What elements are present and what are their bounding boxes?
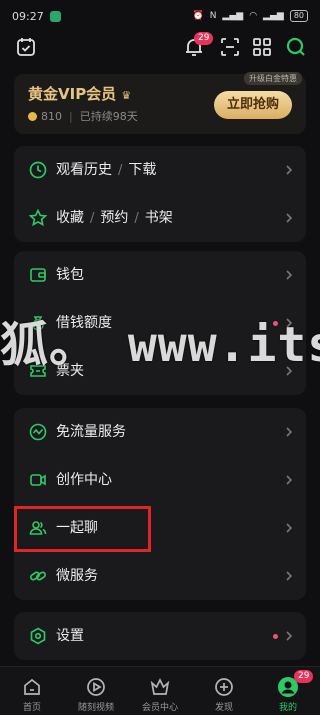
alarm-icon: ⏰ [192,11,204,21]
signal-icon: ▂▄▆ [222,11,244,21]
notification-badge: 29 [194,32,214,45]
link-favorites[interactable]: 收藏 [56,210,84,226]
status-bar: 09:27 ⏰ N ▂▄▆ ◠ ▂▄▆ 80 [0,0,320,32]
chevron-right-icon [286,270,293,280]
link-watch-history[interactable]: 观看历史 [56,162,112,178]
vip-title: 黄金VIP会员 ♛ [28,83,131,104]
chevron-right-icon [286,213,293,223]
menu-item-label: 设置 [56,628,84,644]
search-icon[interactable] [284,35,308,59]
play-circle-icon [85,676,107,698]
menu-item-label: 创作中心 [56,472,112,488]
bottom-nav: 首页 随刻视频 会员中心 发现 29 我的 [0,666,320,715]
vip-subtitle: 810 | 已持续98天 [28,108,138,124]
menu-item-settings[interactable]: 设置 [14,612,306,660]
vip-points: 810 [41,109,62,123]
separator: / [118,163,123,178]
nav-label: 我的 [278,703,297,713]
menu-item-label: 免流量服务 [56,424,126,440]
menu-item-label: 收藏 / 预约 / 书架 [56,208,173,229]
buy-now-button[interactable]: 立即抢购 [214,91,292,119]
vip-title-text: 黄金VIP会员 [28,85,117,103]
vip-crown-icon: ♛ [121,89,132,102]
status-time: 09:27 [12,9,44,23]
plus-circle-icon [213,676,235,698]
signal-icon-2: ▂▄▆ [263,11,284,21]
separator: / [134,211,139,226]
wifi-icon: ◠ [249,11,258,21]
menu-item-free-data[interactable]: 免流量服务 [14,408,306,456]
qr-code-icon[interactable] [250,35,274,59]
nav-label: 会员中心 [141,703,178,713]
app-icon [49,10,61,22]
chevron-right-icon [286,571,293,581]
star-icon [28,208,48,228]
separator: / [90,211,95,226]
nav-badge: 29 [294,670,314,683]
upgrade-tag: 升级白金特惠 [244,72,302,85]
menu-item-history[interactable]: 观看历史 / 下载 [14,146,306,194]
link-bookshelf[interactable]: 书架 [145,210,173,226]
camera-icon [28,470,48,490]
divider: | [69,109,73,123]
chevron-right-icon [286,631,293,641]
battery-icon: 80 [289,10,308,22]
link-reservations[interactable]: 预约 [100,210,128,226]
highlight-box [14,506,151,552]
chevron-right-icon [286,523,293,533]
menu-item-label: 观看历史 / 下载 [56,160,156,181]
link-download[interactable]: 下载 [128,162,156,178]
menu-group-1: 观看历史 / 下载 收藏 / 预约 / 书架 [14,146,306,242]
nav-home[interactable]: 首页 [0,667,64,715]
settings-icon [28,626,48,646]
coin-icon [28,111,37,121]
menu-item-micro-service[interactable]: 微服务 [14,552,306,600]
menu-item-creator[interactable]: 创作中心 [14,456,306,504]
nav-mine[interactable]: 29 我的 [256,667,320,715]
nav-vip-center[interactable]: 会员中心 [128,667,192,715]
wallet-icon [28,265,48,285]
status-icons: ⏰ N ▂▄▆ ◠ ▂▄▆ 80 [192,10,308,22]
menu-item-wallet[interactable]: 钱包 [14,251,306,299]
red-dot-indicator [273,634,278,639]
chevron-right-icon [286,427,293,437]
menu-item-label: 钱包 [56,267,84,283]
wave-circle-icon [28,422,48,442]
vip-duration: 已持续98天 [79,110,138,123]
top-toolbar: 29 [0,32,320,62]
menu-group-4: 设置 [14,612,306,660]
home-icon [21,676,43,698]
nav-label: 随刻视频 [77,703,114,713]
menu-item-label: 微服务 [56,568,98,584]
vip-card[interactable]: 黄金VIP会员 ♛ 810 | 已持续98天 升级白金特惠 立即抢购 [14,72,306,134]
bell-icon[interactable]: 29 [182,32,214,59]
crown-icon [149,676,171,698]
menu-item-favorites[interactable]: 收藏 / 预约 / 书架 [14,194,306,242]
clock-icon [28,160,48,180]
nav-video[interactable]: 随刻视频 [64,667,128,715]
link-icon [28,566,48,586]
calendar-check-icon[interactable] [14,35,38,59]
nav-discover[interactable]: 发现 [192,667,256,715]
watermark-text: 狐。 www.itsec [0,318,320,372]
scan-icon[interactable] [218,35,242,59]
nav-label: 发现 [214,703,233,713]
menu-group-3: 免流量服务 创作中心 一起聊 微服务 [14,408,306,600]
nfc-icon: N [209,11,217,21]
chevron-right-icon [286,475,293,485]
chevron-right-icon [286,165,293,175]
nav-label: 首页 [22,703,41,713]
